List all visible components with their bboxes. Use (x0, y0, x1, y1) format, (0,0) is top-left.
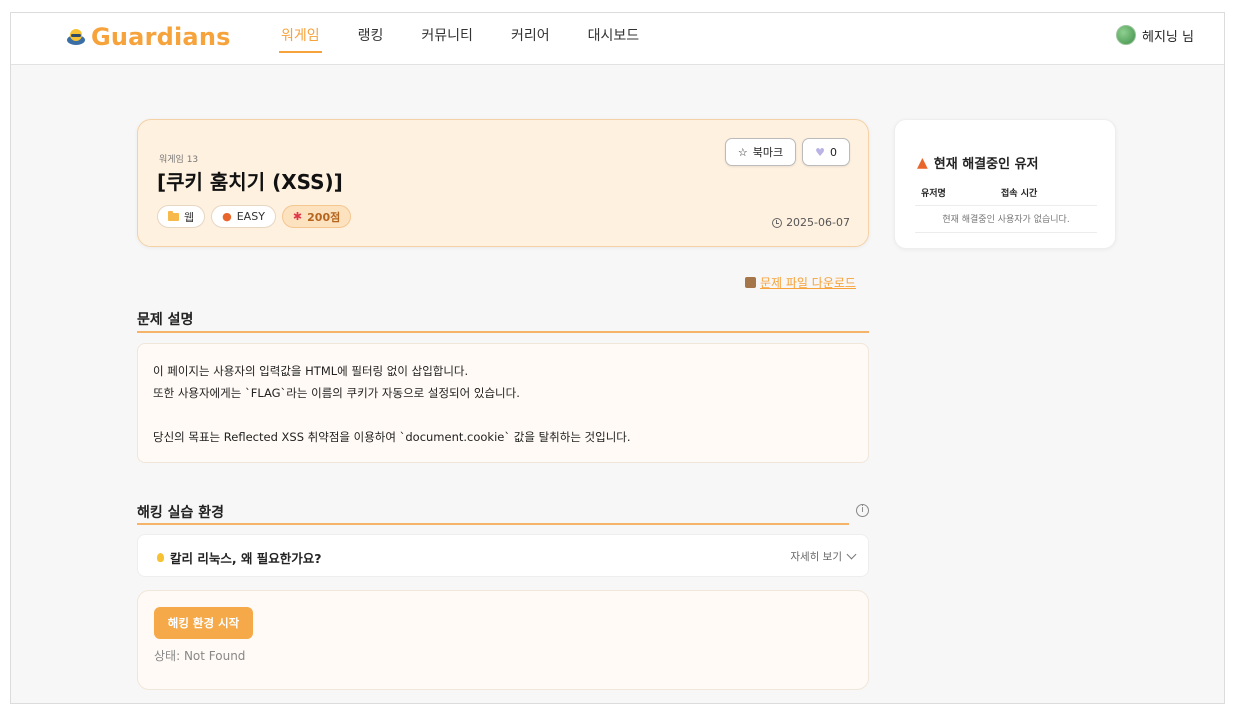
lab-divider (137, 523, 849, 525)
points-chip: ✱ 200점 (281, 205, 352, 228)
difficulty-chip: ● EASY (211, 205, 276, 228)
lab-environment-box: 해킹 환경 시작 상태: Not Found (137, 590, 869, 690)
description-line: 또한 사용자에게는 `FLAG`라는 이름의 쿠키가 자동으로 설정되어 있습니… (153, 386, 520, 400)
app-frame: Guardians 워게임 랭킹 커뮤니티 커리어 대시보드 헤지닝 님 워게임… (10, 12, 1225, 704)
difficulty-label: EASY (236, 210, 265, 223)
fire-icon: ▲ (917, 154, 928, 171)
like-button[interactable]: ♥ 0 (802, 138, 850, 166)
kali-question: 칼리 리눅스, 왜 필요한가요? (157, 548, 322, 567)
folder-icon (168, 210, 179, 221)
chevron-down-icon (846, 549, 857, 560)
menu-community[interactable]: 커뮤니티 (421, 13, 473, 65)
description-box: 이 페이지는 사용자의 입력값을 HTML에 필터링 없이 삽입합니다. 또한 … (137, 343, 869, 463)
empty-message: 현재 해결중인 사용자가 없습니다. (915, 206, 1097, 233)
kali-faq-accordion[interactable]: 칼리 리눅스, 왜 필요한가요? 자세히 보기 (137, 534, 869, 577)
solving-users-table: 유저명 접속 시간 현재 해결중인 사용자가 없습니다. (915, 184, 1097, 233)
menu-career[interactable]: 커리어 (511, 13, 550, 65)
lightbulb-icon (157, 553, 164, 562)
star-icon: ☆ (737, 145, 748, 159)
menu-wargame[interactable]: 워게임 (279, 13, 322, 65)
challenge-tags: 웹 ● EASY ✱ 200점 (157, 205, 352, 228)
description-divider (137, 331, 869, 333)
description-line: 당신의 목표는 Reflected XSS 취약점을 이용하여 `documen… (153, 430, 631, 444)
col-username: 유저명 (921, 189, 946, 199)
guardian-logo-icon (67, 29, 85, 45)
bookmark-button[interactable]: ☆ 북마크 (724, 138, 797, 166)
download-label: 문제 파일 다운로드 (760, 276, 856, 290)
heart-icon: ♥ (815, 145, 825, 159)
hundred-points-icon: ✱ (292, 210, 303, 223)
main-menu: 워게임 랭킹 커뮤니티 커리어 대시보드 (279, 13, 677, 65)
challenge-number: 워게임 13 (159, 155, 199, 165)
date-text: 2025-06-07 (786, 216, 850, 229)
description-line (153, 404, 853, 426)
download-file-link[interactable]: 문제 파일 다운로드 (745, 274, 856, 291)
avatar (1116, 25, 1137, 45)
fire-icon: ● (222, 210, 232, 223)
description-heading: 문제 설명 (137, 312, 194, 328)
solving-users-panel: ▲ 현재 해결중인 유저 유저명 접속 시간 현재 해결중인 사용자가 없습니다… (894, 119, 1116, 249)
start-lab-button[interactable]: 해킹 환경 시작 (154, 607, 253, 639)
challenge-date: 2025-06-07 (772, 216, 850, 229)
category-chip: 웹 (157, 205, 206, 228)
user-menu[interactable]: 헤지닝 님 (1116, 25, 1194, 45)
col-connect-time: 접속 시간 (1001, 189, 1038, 199)
lab-heading: 해킹 실습 환경 (137, 505, 225, 521)
table-header: 유저명 접속 시간 (915, 184, 1097, 206)
more-label: 자세히 보기 (790, 551, 842, 563)
points-label: 200점 (307, 210, 341, 224)
bookmark-label: 북마크 (752, 146, 784, 159)
category-label: 웹 (184, 210, 195, 224)
logo-text: Guardians (91, 23, 231, 51)
panel-title: ▲ 현재 해결중인 유저 (917, 153, 1039, 173)
package-icon (745, 277, 756, 288)
panel-title-text: 현재 해결중인 유저 (933, 157, 1039, 172)
more-toggle[interactable]: 자세히 보기 (790, 549, 857, 564)
header-actions: ☆ 북마크 ♥ 0 (724, 138, 850, 166)
info-icon[interactable]: i (856, 504, 869, 517)
menu-dashboard[interactable]: 대시보드 (588, 13, 640, 65)
challenge-title: [쿠키 훔치기 (XSS)] (157, 170, 343, 194)
kali-question-text: 칼리 리눅스, 왜 필요한가요? (170, 551, 322, 566)
like-count: 0 (830, 145, 837, 159)
clock-icon (772, 217, 783, 228)
user-name: 헤지닝 님 (1142, 29, 1194, 45)
menu-ranking[interactable]: 랭킹 (358, 13, 384, 65)
top-nav: Guardians 워게임 랭킹 커뮤니티 커리어 대시보드 헤지닝 님 (11, 13, 1224, 65)
challenge-header-card: 워게임 13 [쿠키 훔치기 (XSS)] 웹 ● EASY ✱ 200점 ☆ … (137, 119, 869, 247)
description-line: 이 페이지는 사용자의 입력값을 HTML에 필터링 없이 삽입합니다. (153, 364, 469, 378)
lab-status: 상태: Not Found (154, 649, 246, 663)
logo[interactable]: Guardians (65, 23, 231, 51)
